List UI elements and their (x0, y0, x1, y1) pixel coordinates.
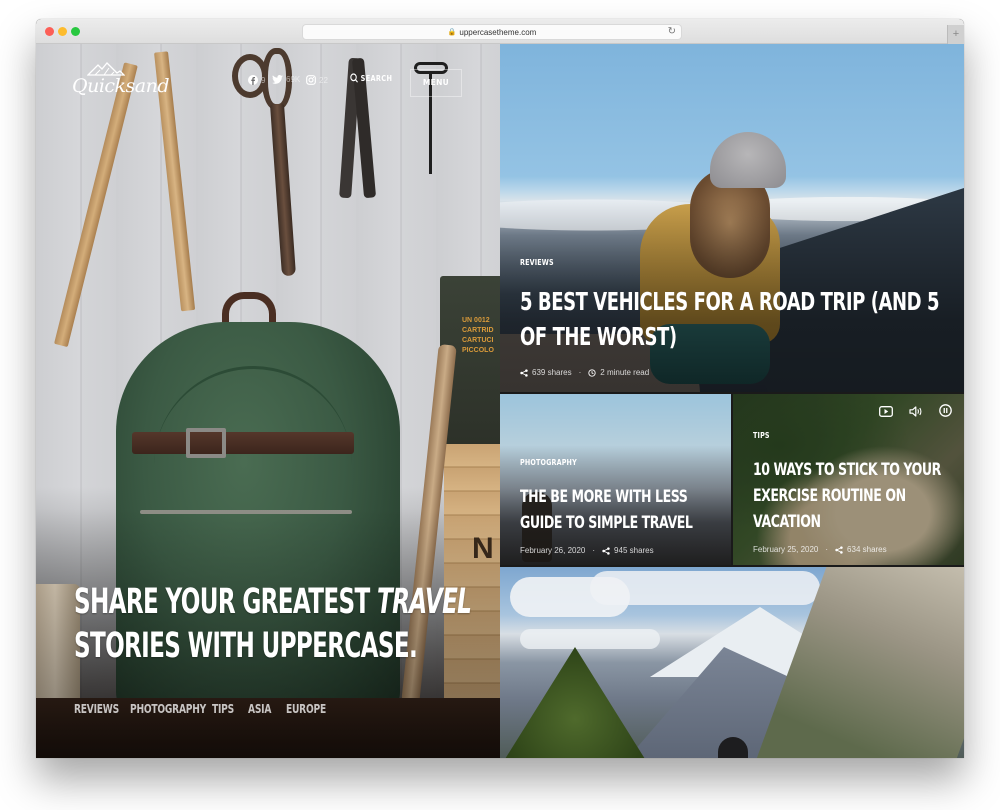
post-content: PHOTOGRAPHY THE BE MORE WITH LESS GUIDE … (520, 452, 731, 555)
post-shares: 945 shares (614, 546, 654, 555)
post-read-time: 2 minute read (600, 368, 650, 377)
category-link-reviews[interactable]: REVIEWS (74, 702, 119, 716)
share-icon (835, 545, 843, 554)
post-meta: February 25, 2020 · 634 shares (753, 545, 964, 554)
post-shares: 634 shares (847, 545, 887, 554)
lock-icon: 🔒 (447, 29, 457, 36)
twitter-icon (272, 75, 283, 84)
category-link-asia[interactable]: ASIA (248, 702, 271, 716)
category-link-photography[interactable]: PHOTOGRAPHY (130, 702, 206, 716)
post-date: February 26, 2020 (520, 546, 586, 555)
menu-button[interactable]: MENU (410, 69, 462, 97)
site-header: Quicksand 9 69K 22 SEARCH MENU (36, 44, 500, 134)
post-meta: February 26, 2020 · 945 shares (520, 546, 731, 555)
twitter-count: 69K (286, 75, 301, 84)
maximize-window-button[interactable] (71, 27, 80, 36)
post-category[interactable]: TIPS (753, 431, 770, 440)
post-content: REVIEWS 5 BEST VEHICLES FOR A ROAD TRIP … (520, 252, 964, 377)
twitter-link[interactable]: 69K (272, 75, 300, 84)
url-text: uppercasetheme.com (459, 27, 537, 37)
instagram-count: 22 (319, 75, 328, 85)
logo-text: Quicksand (72, 75, 170, 97)
mountain-icon (87, 62, 125, 76)
post-content: TIPS 10 WAYS TO STICK TO YOUR EXERCISE R… (753, 425, 964, 554)
browser-titlebar: 🔒 uppercasetheme.com ↻ + (36, 19, 964, 44)
clock-icon (588, 368, 596, 377)
search-icon (350, 73, 358, 83)
post-shares: 639 shares (532, 368, 572, 377)
meta-separator: · (592, 546, 596, 555)
site-logo[interactable]: Quicksand (72, 62, 170, 97)
new-tab-button[interactable]: + (947, 25, 964, 44)
web-page: UN 0012 CARTRID CARTUCI PICCOLO N (36, 44, 964, 758)
post-meta: 639 shares · 2 minute read (520, 368, 964, 377)
facebook-count: 9 (261, 75, 266, 85)
video-post-card[interactable]: TIPS 10 WAYS TO STICK TO YOUR EXERCISE R… (733, 394, 964, 565)
address-bar[interactable]: 🔒 uppercasetheme.com ↻ (302, 24, 682, 40)
post-category[interactable]: PHOTOGRAPHY (520, 458, 577, 467)
instagram-link[interactable]: 22 (306, 75, 328, 85)
post-image-pine-tree (500, 647, 650, 758)
post-title[interactable]: THE BE MORE WITH LESS GUIDE TO SIMPLE TR… (520, 484, 720, 536)
minimize-window-button[interactable] (58, 27, 67, 36)
search-button[interactable]: SEARCH (350, 73, 392, 83)
reload-icon[interactable]: ↻ (668, 26, 676, 37)
featured-post-card[interactable]: REVIEWS 5 BEST VEHICLES FOR A ROAD TRIP … (500, 44, 964, 392)
share-icon (520, 368, 528, 377)
browser-window: 🔒 uppercasetheme.com ↻ + UN 0012 CARTRID… (36, 19, 964, 758)
category-link-europe[interactable]: EUROPE (286, 702, 326, 716)
post-card-image[interactable] (500, 567, 964, 758)
category-link-tips[interactable]: TIPS (212, 702, 234, 716)
post-title[interactable]: 10 WAYS TO STICK TO YOUR EXERCISE ROUTIN… (753, 457, 953, 535)
post-date: February 25, 2020 (753, 545, 819, 554)
youtube-icon[interactable] (879, 404, 893, 422)
meta-separator: · (578, 368, 582, 377)
facebook-link[interactable]: 9 (248, 75, 265, 85)
share-icon (602, 546, 610, 555)
meta-separator: · (825, 545, 829, 554)
facebook-icon (248, 75, 258, 85)
search-label: SEARCH (360, 73, 393, 83)
hero-headline: SHARE YOUR GREATEST TRAVEL STORIES WITH … (74, 582, 472, 666)
close-window-button[interactable] (45, 27, 54, 36)
volume-icon[interactable] (909, 404, 923, 422)
post-card[interactable]: PHOTOGRAPHY THE BE MORE WITH LESS GUIDE … (500, 394, 731, 565)
pause-icon[interactable] (939, 404, 952, 422)
hero-section: UN 0012 CARTRID CARTUCI PICCOLO N (36, 44, 500, 758)
category-nav: REVIEWS PHOTOGRAPHY TIPS ASIA EUROPE (74, 700, 326, 718)
post-image-cloud (520, 629, 660, 649)
post-category[interactable]: REVIEWS (520, 258, 554, 267)
instagram-icon (306, 75, 316, 85)
post-title[interactable]: 5 BEST VEHICLES FOR A ROAD TRIP (AND 5 O… (520, 284, 959, 354)
headline-emphasis: TRAVEL (376, 582, 472, 622)
post-image-cloud (590, 571, 820, 605)
video-controls (879, 404, 952, 422)
